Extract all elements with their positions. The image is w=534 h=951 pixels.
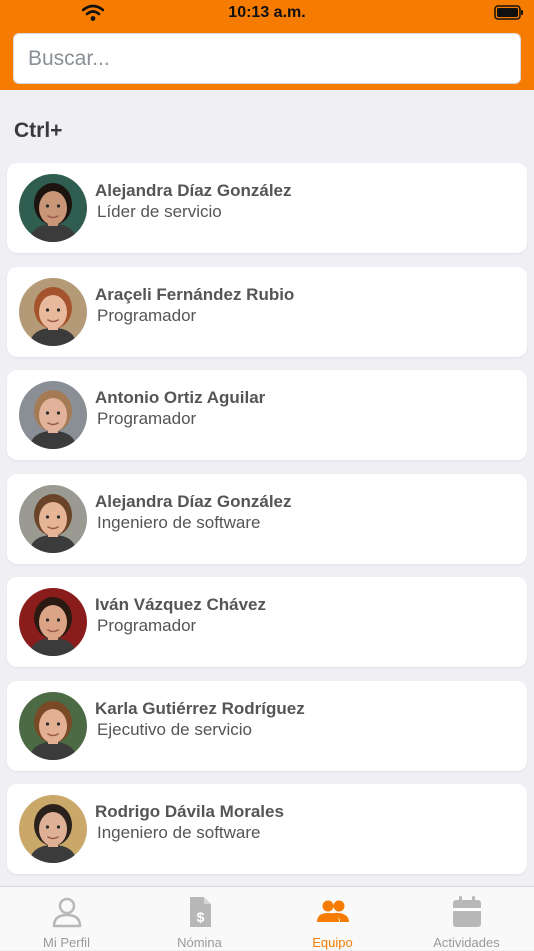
- team-member-card[interactable]: Antonio Ortiz Aguilar Programador: [7, 370, 527, 460]
- avatar: [19, 484, 87, 553]
- calendar-icon: [452, 896, 481, 927]
- avatar: [19, 588, 87, 656]
- member-role: Programador: [97, 409, 197, 428]
- team-member-card[interactable]: Rodrigo Dávila Morales Ingeniero de softw…: [7, 784, 527, 874]
- header-bar: 10:13 a.m. Buscar...: [0, 0, 534, 90]
- member-role: Ingeniero de software: [97, 512, 261, 532]
- team-member-card[interactable]: Karla Gutiérrez Rodríguez Ejecutivo de se…: [7, 680, 527, 771]
- member-name: Karla Gutiérrez Rodríguez: [95, 698, 305, 718]
- avatar: [19, 174, 87, 242]
- person-icon: [52, 897, 81, 928]
- team-member-card[interactable]: Alejandra Díaz González Ingeniero de soft…: [7, 473, 527, 564]
- team-member-card[interactable]: Iván Vázquez Chávez Programador: [7, 577, 527, 667]
- member-name: Antonio Ortiz Aguilar: [95, 388, 266, 407]
- member-name: Rodrigo Dávila Morales: [95, 802, 284, 821]
- member-name: Araçeli Fernández Rubio: [95, 284, 295, 304]
- avatar: [19, 795, 87, 863]
- member-role: Líder de servicio: [97, 202, 222, 221]
- tab-equipo[interactable]: Equipo: [266, 887, 399, 951]
- team-member-card[interactable]: Araçeli Fernández Rubio Programador: [7, 266, 527, 357]
- team-icon: [316, 900, 349, 922]
- battery-icon: [494, 5, 523, 20]
- member-role: Programador: [97, 616, 197, 635]
- member-name: Iván Vázquez Chávez: [95, 595, 267, 614]
- svg-text:$: $: [196, 909, 204, 925]
- member-name: Alejandra Díaz González: [95, 491, 292, 511]
- payroll-document-icon: $: [189, 897, 211, 927]
- member-role: Ingeniero de software: [97, 823, 261, 842]
- member-name: Alejandra Díaz González: [95, 181, 292, 200]
- tab-label: Nómina: [177, 935, 222, 950]
- tab-bar: Mi Perfil $ Nómina Equipo Actividades: [0, 886, 534, 950]
- avatar: [19, 277, 87, 346]
- status-bar: 10:13 a.m.: [0, 0, 534, 28]
- tab-mi-perfil[interactable]: Mi Perfil: [0, 887, 133, 951]
- team-member-card[interactable]: Alejandra Díaz González Líder de servicio: [7, 163, 527, 253]
- status-time: 10:13 a.m.: [228, 4, 306, 21]
- tab-nomina[interactable]: $ Nómina: [133, 887, 266, 951]
- tab-label: Equipo: [312, 935, 353, 950]
- tab-actividades[interactable]: Actividades: [400, 887, 533, 951]
- member-role: Ejecutivo de servicio: [97, 719, 252, 739]
- avatar: [19, 381, 87, 449]
- member-role: Programador: [97, 305, 197, 325]
- tab-label: Actividades: [433, 935, 500, 950]
- section-title: Ctrl+: [14, 119, 63, 142]
- tab-label: Mi Perfil: [43, 935, 90, 950]
- search-input[interactable]: Buscar...: [13, 33, 521, 84]
- avatar: [19, 691, 87, 760]
